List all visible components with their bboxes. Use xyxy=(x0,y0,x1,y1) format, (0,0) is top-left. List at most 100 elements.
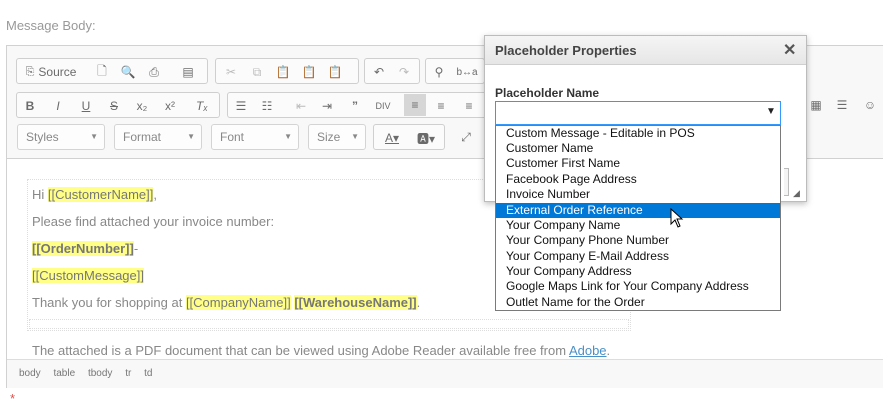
invoice-line: Please find attached your invoice number… xyxy=(32,214,275,229)
smiley-icon[interactable]: ☺ xyxy=(861,96,879,114)
dropdown-option[interactable]: Your Company Address xyxy=(496,264,780,279)
align-right-icon[interactable]: ≡ xyxy=(460,97,478,115)
paste-icon[interactable]: 📋 xyxy=(274,63,292,81)
table-icon[interactable]: ▦ xyxy=(807,96,825,114)
maximize-icon[interactable]: ⤢ xyxy=(457,128,475,146)
dropdown-option-highlighted[interactable]: External Order Reference xyxy=(496,203,780,218)
format-combo[interactable]: Format ▼ xyxy=(114,124,202,150)
mouse-cursor-icon xyxy=(670,208,684,228)
dropdown-option[interactable]: Outlet Name for the Order xyxy=(496,295,780,310)
underline-icon[interactable]: U xyxy=(77,97,95,115)
div-icon[interactable]: DIV xyxy=(374,97,392,115)
toolbar-group-basicstyles: B I U S x₂ x² Tₓ xyxy=(16,92,220,118)
bold-icon[interactable]: B xyxy=(21,97,39,115)
message-body-label: Message Body: xyxy=(6,18,96,33)
element-path: body table tbody tr td xyxy=(19,368,162,379)
resize-handle-icon[interactable]: ◢ xyxy=(793,188,800,199)
font-label: Font xyxy=(220,130,245,144)
superscript-icon[interactable]: x² xyxy=(161,97,179,115)
italic-icon[interactable]: I xyxy=(49,97,67,115)
chevron-down-icon: ▼ xyxy=(351,132,359,141)
undo-icon[interactable]: ↶ xyxy=(370,63,388,81)
dropdown-option[interactable]: Customer Name xyxy=(496,141,780,156)
blockquote-icon[interactable]: ” xyxy=(346,97,364,115)
outdent-icon[interactable]: ⇤ xyxy=(292,97,310,115)
pdf-note-text: The attached is a PDF document that can … xyxy=(32,343,569,358)
font-combo[interactable]: Font ▼ xyxy=(211,124,299,150)
greeting-line: Hi [[CustomerName]], xyxy=(32,187,157,202)
thank-you-suffix: . xyxy=(416,295,421,310)
numbered-list-icon[interactable]: ☰ xyxy=(232,97,250,115)
chevron-down-icon: ▼ xyxy=(187,132,195,141)
align-left-icon[interactable]: ≡ xyxy=(404,94,426,116)
close-icon[interactable]: ✕ xyxy=(783,40,796,60)
templates-icon[interactable]: ▤ xyxy=(179,63,197,81)
placeholder-dropdown-list: Custom Message - Editable in POS Custome… xyxy=(495,125,781,311)
styles-combo[interactable]: Styles ▼ xyxy=(17,124,105,150)
dropdown-option[interactable]: Customer First Name xyxy=(496,156,780,171)
format-label: Format xyxy=(123,130,162,144)
dropdown-option[interactable]: Your Company E-Mail Address xyxy=(496,249,780,264)
remove-format-icon[interactable]: Tₓ xyxy=(193,97,211,115)
toolbar-group-clipboard: ✂ ⧉ 📋 📋 📋 xyxy=(215,58,359,84)
path-item[interactable]: td xyxy=(144,368,152,379)
order-number-line: [[OrderNumber]]- xyxy=(32,241,138,256)
replace-icon[interactable]: b↔a xyxy=(456,63,478,81)
path-item[interactable]: body xyxy=(19,368,41,379)
path-item[interactable]: tr xyxy=(125,368,131,379)
placeholder-company-name[interactable]: [[CompanyName]] xyxy=(185,295,291,310)
new-page-icon[interactable]: 🗋 xyxy=(93,63,111,81)
redo-icon[interactable]: ↷ xyxy=(395,63,413,81)
required-marker: * xyxy=(10,391,16,406)
path-item[interactable]: table xyxy=(53,368,75,379)
chevron-down-icon: ▼ xyxy=(90,132,98,141)
dropdown-option[interactable]: Facebook Page Address xyxy=(496,172,780,187)
text-color-icon[interactable]: A▾ xyxy=(378,129,406,147)
placeholder-warehouse-name[interactable]: [[WarehouseName]] xyxy=(294,295,417,310)
dropdown-option[interactable]: Invoice Number xyxy=(496,187,780,202)
placeholder-custom-message[interactable]: [[CustomMessage]] xyxy=(32,268,144,283)
source-button[interactable]: ⎘ Source xyxy=(23,63,79,81)
adobe-link[interactable]: Adobe xyxy=(569,343,607,358)
dropdown-option[interactable]: Your Company Name xyxy=(496,218,780,233)
indent-icon[interactable]: ⇥ xyxy=(318,97,336,115)
dialog-button-edge[interactable] xyxy=(784,168,789,196)
bulleted-list-icon[interactable]: ☷ xyxy=(258,97,276,115)
thank-you-line: Thank you for shopping at [[CompanyName]… xyxy=(32,295,420,310)
cut-icon[interactable]: ✂ xyxy=(222,63,240,81)
paste-text-icon[interactable]: 📋 xyxy=(300,63,318,81)
align-center-icon[interactable]: ≡ xyxy=(432,97,450,115)
placeholder-order-number[interactable]: [[OrderNumber]] xyxy=(32,241,134,256)
subscript-icon[interactable]: x₂ xyxy=(133,97,151,115)
strikethrough-icon[interactable]: S xyxy=(105,97,123,115)
order-number-suffix: - xyxy=(133,241,139,256)
placeholder-name-label: Placeholder Name xyxy=(495,86,600,100)
preview-icon[interactable]: 🔍 xyxy=(119,63,137,81)
toolbar-group-document: ⎘ Source 🗋 🔍 ⎙ ▤ xyxy=(16,58,208,84)
copy-icon[interactable]: ⧉ xyxy=(248,63,266,81)
path-item[interactable]: tbody xyxy=(88,368,112,379)
find-icon[interactable]: ⚲ xyxy=(430,63,448,81)
placeholder-name-select[interactable] xyxy=(495,101,781,125)
source-icon: ⎘ xyxy=(25,65,35,78)
dropdown-option[interactable]: Custom Message - Editable in POS xyxy=(496,126,780,141)
empty-row xyxy=(29,319,629,329)
element-path-bar: body table tbody tr td xyxy=(7,359,883,388)
size-combo[interactable]: Size ▼ xyxy=(308,124,366,150)
dropdown-option[interactable]: Google Maps Link for Your Company Addres… xyxy=(496,279,780,294)
styles-label: Styles xyxy=(26,130,59,144)
custom-message-line: [[CustomMessage]] xyxy=(32,268,144,283)
toolbar-group-paragraph: ☰ ☷ ⇤ ⇥ ” DIV ≡ ≡ ≡ xyxy=(227,92,487,118)
chevron-down-icon: ▼ xyxy=(766,106,776,117)
toolbar-group-colors: A▾ 🅰▾ xyxy=(373,124,445,150)
paste-word-icon[interactable]: 📋 xyxy=(326,63,344,81)
source-label: Source xyxy=(38,65,77,79)
horizontal-line-icon[interactable]: ☰ xyxy=(833,96,851,114)
placeholder-customer-name[interactable]: [[CustomerName]] xyxy=(47,187,154,202)
print-icon[interactable]: ⎙ xyxy=(145,63,163,81)
dropdown-option[interactable]: Your Company Phone Number xyxy=(496,233,780,248)
background-color-icon[interactable]: 🅰▾ xyxy=(412,129,440,147)
toolbar-group-undo: ↶ ↷ xyxy=(364,58,420,84)
toolbar-group-find: ⚲ b↔a xyxy=(425,58,485,84)
chevron-down-icon: ▼ xyxy=(284,132,292,141)
